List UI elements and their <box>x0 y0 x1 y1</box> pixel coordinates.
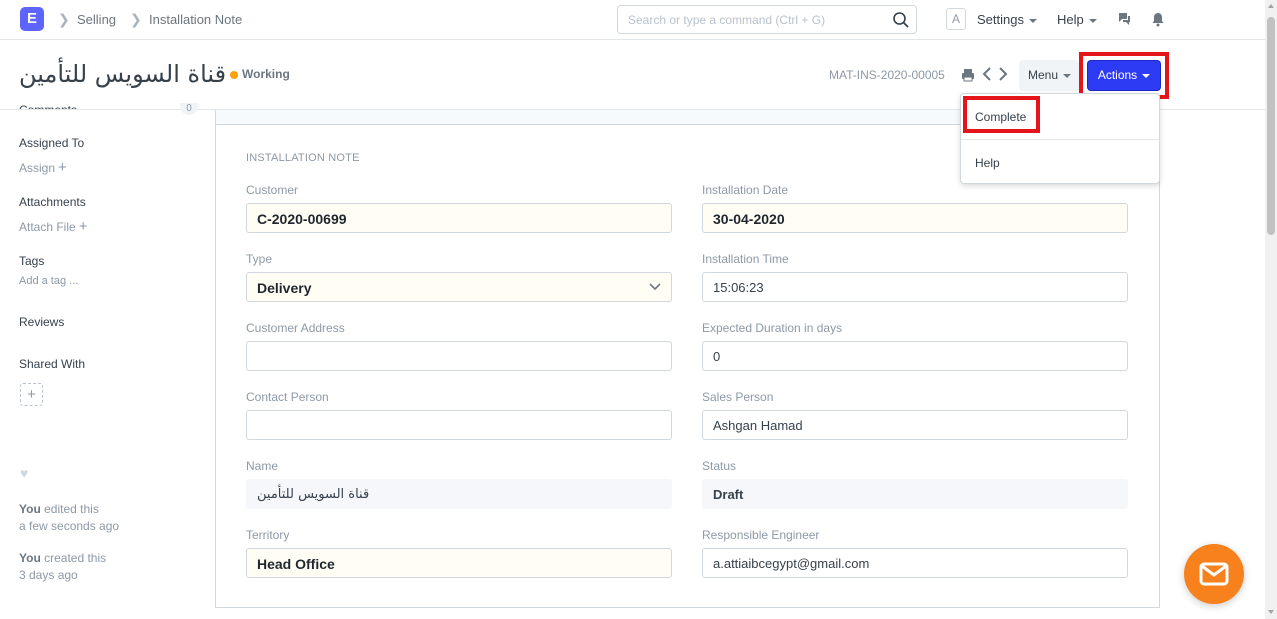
reviews-heading: Reviews <box>19 315 65 329</box>
activity-user: You <box>19 551 41 565</box>
plus-icon: + <box>58 159 67 176</box>
page-title: قناة السويس للتأمين <box>19 60 227 88</box>
caret-down-icon <box>1028 18 1037 23</box>
scroll-thumb[interactable] <box>1267 17 1275 235</box>
actions-highlight-box: Actions <box>1079 52 1169 99</box>
activity-item: You edited this a few seconds ago <box>19 501 119 535</box>
installation-date-field[interactable]: 30-04-2020 <box>702 203 1128 233</box>
form-sidebar: Comments 0 Assigned To Assign+ Attachmen… <box>0 103 215 619</box>
avatar[interactable]: A <box>946 8 966 30</box>
comments-heading: Comments <box>19 103 79 109</box>
settings-label: Settings <box>977 12 1024 27</box>
assign-label: Assign <box>19 161 56 175</box>
status-dot <box>230 71 238 79</box>
responsible-engineer-field[interactable]: a.attiaibcegypt@gmail.com <box>702 548 1128 578</box>
responsible-engineer-label: Responsible Engineer <box>702 528 820 542</box>
actions-button[interactable]: Actions <box>1087 60 1161 91</box>
type-label: Type <box>246 252 273 266</box>
bell-icon[interactable] <box>1150 11 1166 27</box>
chat-icon[interactable] <box>1116 11 1132 27</box>
heart-icon[interactable]: ♥ <box>20 465 28 481</box>
status-label: Status <box>702 459 737 473</box>
add-tag-link[interactable]: Add a tag ... <box>19 275 78 287</box>
chevron-down-icon <box>649 283 661 291</box>
caret-down-icon <box>1088 18 1097 23</box>
print-icon[interactable] <box>960 67 976 83</box>
dropdown-divider <box>961 139 1159 140</box>
installation-time-field[interactable]: 15:06:23 <box>702 272 1128 302</box>
search-icon[interactable] <box>892 11 910 29</box>
expected-duration-field[interactable]: 0 <box>702 341 1128 371</box>
menu-item-complete[interactable]: Complete <box>975 110 1026 124</box>
type-select[interactable]: Delivery <box>246 272 672 302</box>
assigned-to-heading: Assigned To <box>19 136 85 150</box>
status-indicator: Working <box>242 67 290 81</box>
comment-count-badge: 0 <box>180 103 198 115</box>
menu-button[interactable]: Menu <box>1019 60 1080 91</box>
installation-time-label: Installation Time <box>702 252 789 266</box>
caret-down-icon <box>1063 73 1072 78</box>
mail-icon <box>1199 562 1229 586</box>
assign-link[interactable]: Assign + <box>19 159 67 176</box>
contact-person-field[interactable] <box>246 410 672 440</box>
prev-doc-icon[interactable] <box>981 66 993 82</box>
status-field: Draft <box>702 479 1128 509</box>
app-logo[interactable]: E <box>20 7 44 31</box>
scroll-down-arrow[interactable] <box>1268 610 1274 614</box>
customer-label: Customer <box>246 183 299 197</box>
activity-time: 3 days ago <box>19 568 78 582</box>
help-dropdown[interactable]: Help <box>1057 12 1097 27</box>
attachments-heading: Attachments <box>19 195 86 209</box>
name-field: قناة السويس للتأمين <box>246 479 672 509</box>
menu-item-help[interactable]: Help <box>975 156 1000 170</box>
help-label: Help <box>1057 12 1084 27</box>
attach-file-link[interactable]: Attach File + <box>19 218 87 235</box>
expected-duration-label: Expected Duration in days <box>702 321 843 335</box>
settings-dropdown[interactable]: Settings <box>977 12 1037 27</box>
name-label: Name <box>246 459 279 473</box>
sales-person-field[interactable]: Ashgan Hamad <box>702 410 1128 440</box>
form-layout: INSTALLATION NOTE Customer C-2020-00699 … <box>215 110 1160 608</box>
contact-person-label: Contact Person <box>246 390 329 404</box>
actions-label: Actions <box>1097 68 1138 82</box>
tags-heading: Tags <box>19 254 45 268</box>
breadcrumb-selling[interactable]: Selling <box>77 12 116 27</box>
navbar: E ❯ Selling ❯ Installation Note Search o… <box>0 0 1265 40</box>
chevron-right-icon: ❯ <box>58 11 70 27</box>
scroll-up-arrow[interactable] <box>1268 4 1274 8</box>
customer-field[interactable]: C-2020-00699 <box>246 203 672 233</box>
plus-icon: + <box>78 218 88 235</box>
add-share-button[interactable]: + <box>20 383 43 406</box>
search-placeholder: Search or type a command (Ctrl + G) <box>628 13 826 27</box>
shared-with-heading: Shared With <box>19 357 86 371</box>
menu-label: Menu <box>1027 68 1059 82</box>
customer-address-label: Customer Address <box>246 321 345 335</box>
actions-dropdown-menu: Complete Help <box>960 93 1160 184</box>
page-scrollbar[interactable] <box>1265 0 1277 619</box>
territory-label: Territory <box>246 528 290 542</box>
sales-person-label: Sales Person <box>702 390 774 404</box>
activity-item: You created this 3 days ago <box>19 550 106 584</box>
next-doc-icon[interactable] <box>997 66 1009 82</box>
installation-date-label: Installation Date <box>702 183 789 197</box>
search-input[interactable]: Search or type a command (Ctrl + G) <box>617 5 917 34</box>
customer-address-field[interactable] <box>246 341 672 371</box>
activity-action: created this <box>40 551 107 565</box>
breadcrumb-installation-note[interactable]: Installation Note <box>149 12 242 27</box>
activity-user: You <box>19 502 41 516</box>
activity-action: edited this <box>40 502 99 516</box>
activity-time: a few seconds ago <box>19 519 120 533</box>
chat-launcher-button[interactable] <box>1184 544 1244 604</box>
chevron-right-icon: ❯ <box>130 11 142 27</box>
caret-down-icon <box>1142 73 1151 78</box>
document-name: MAT-INS-2020-00005 <box>829 68 945 82</box>
territory-field[interactable]: Head Office <box>246 548 672 578</box>
section-title: INSTALLATION NOTE <box>246 152 360 164</box>
attach-file-label: Attach File <box>19 220 76 234</box>
type-value: Delivery <box>257 280 312 296</box>
